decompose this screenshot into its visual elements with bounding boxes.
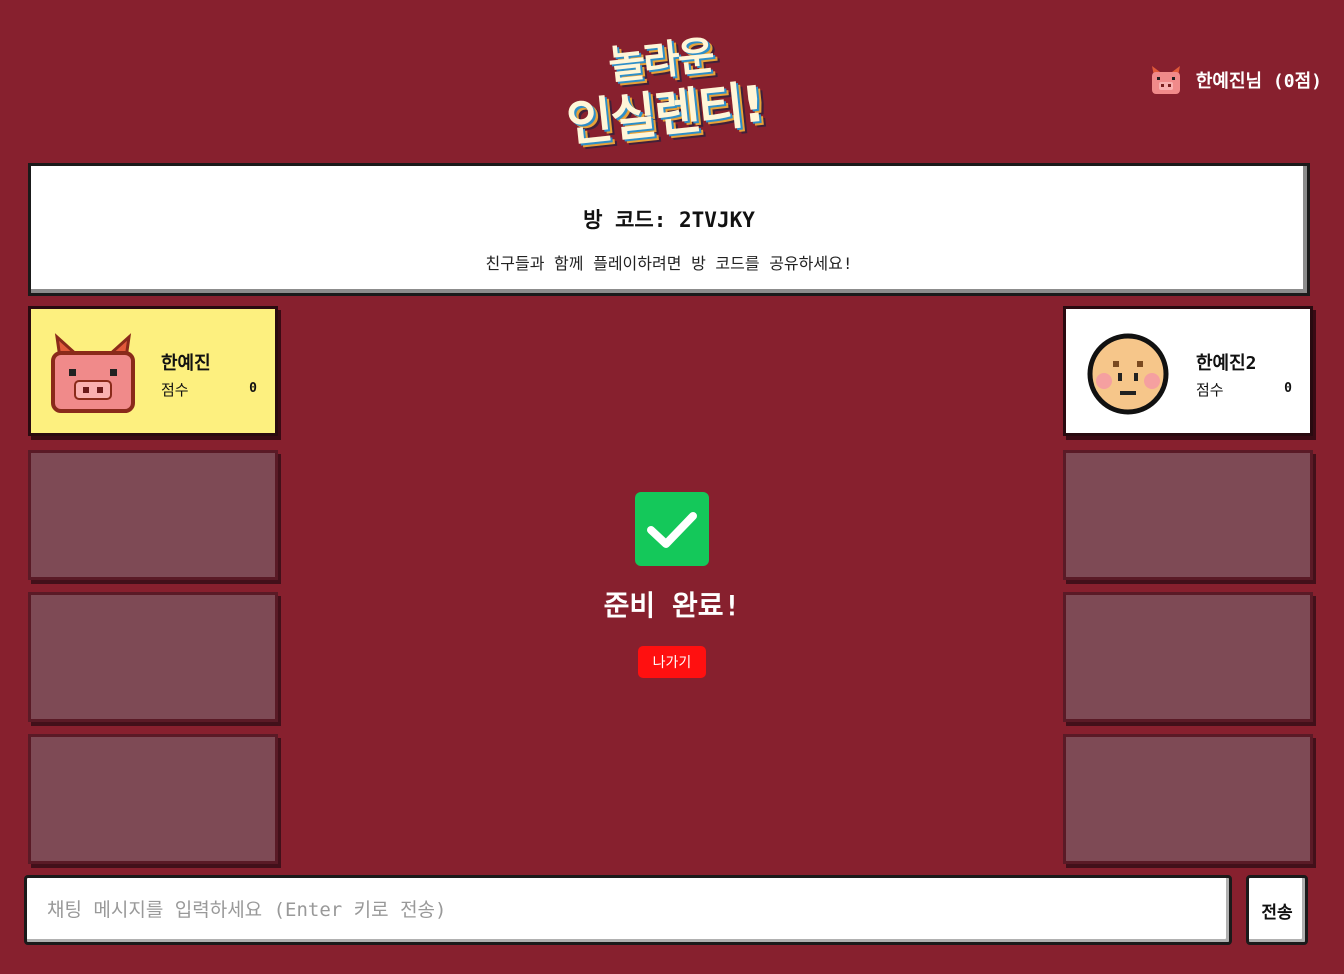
send-button[interactable]: 전송	[1246, 875, 1308, 945]
pig-avatar-icon	[1151, 66, 1180, 94]
current-user: 한예진님 (0점)	[1148, 62, 1322, 98]
logo-line-2: 인실렌티!	[563, 74, 766, 154]
pig-avatar-icon	[51, 333, 135, 413]
room-code-panel: 방 코드: 2TVJKY 친구들과 함께 플레이하려면 방 코드를 공유하세요!	[28, 163, 1310, 296]
player-name: 한예진2	[1196, 353, 1257, 374]
check-icon	[635, 492, 709, 566]
player-slot-2: 한예진2 점수 0	[1063, 306, 1313, 436]
room-code-hint: 친구들과 함께 플레이하려면 방 코드를 공유하세요!	[485, 254, 853, 273]
current-user-label: 한예진님 (0점)	[1195, 71, 1322, 92]
player-score-label: 점수	[1196, 381, 1224, 399]
room-code: 방 코드: 2TVJKY	[583, 208, 755, 232]
player-score-label: 점수	[161, 381, 189, 399]
empty-slot	[28, 734, 278, 864]
player-score: 0	[249, 381, 257, 396]
app-logo: 놀라운 인실렌티!	[560, 22, 790, 153]
player-slot-1: 한예진 점수 0	[28, 306, 278, 436]
face-avatar-icon	[1087, 333, 1169, 415]
empty-slot	[28, 450, 278, 580]
chat-input[interactable]	[24, 875, 1232, 945]
player-name: 한예진	[161, 353, 211, 374]
player-score: 0	[1284, 381, 1292, 396]
ready-status: 준비 완료!	[603, 589, 741, 622]
empty-slot	[1063, 450, 1313, 580]
leave-button[interactable]: 나가기	[638, 646, 706, 678]
empty-slot	[1063, 734, 1313, 864]
